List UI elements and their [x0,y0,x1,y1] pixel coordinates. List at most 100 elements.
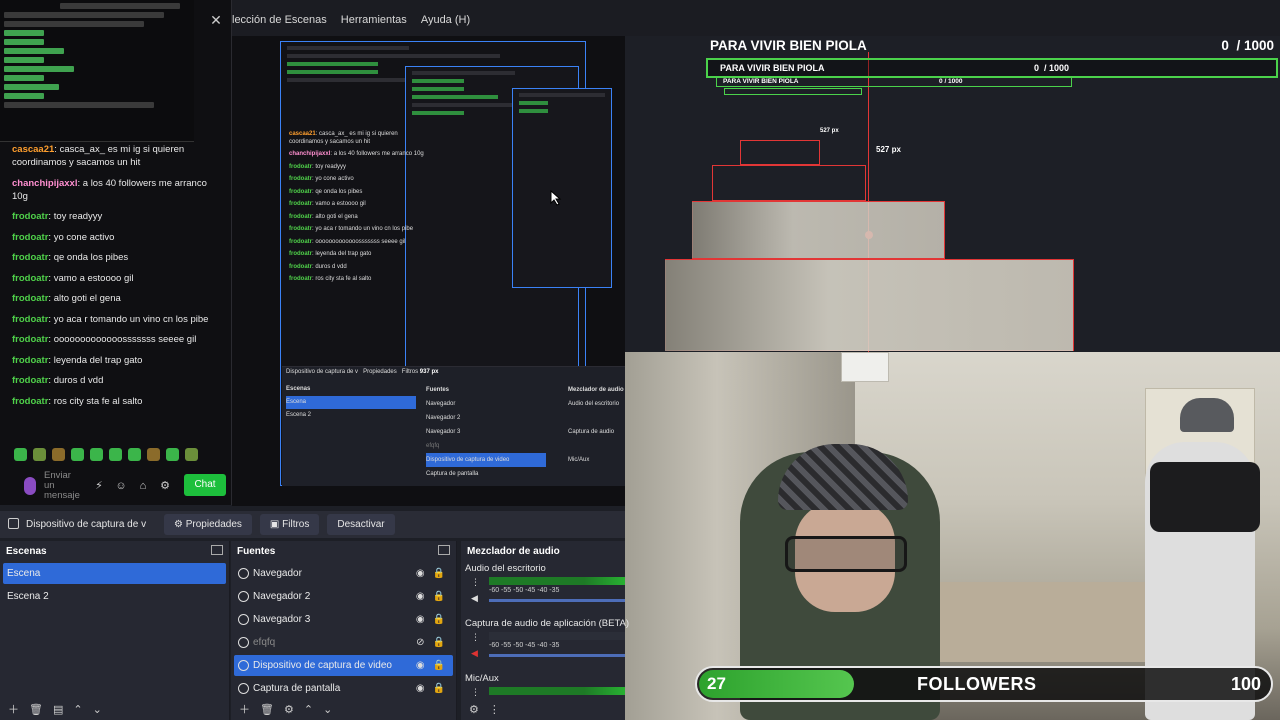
source-type-icon [238,659,249,671]
emote-icon[interactable] [128,448,141,461]
chat-username[interactable]: frodoatr [12,355,48,366]
emote-picker-icon[interactable]: ☺ [114,479,128,493]
eye-icon[interactable]: ◉ [416,609,425,630]
deactivate-button[interactable]: Desactivar [327,514,395,535]
emote-icon[interactable] [185,448,198,461]
emote-icon[interactable] [52,448,65,461]
lock-icon[interactable]: 🔒 [433,655,445,676]
store-icon[interactable]: ⌂ [136,479,150,493]
source-item[interactable]: Navegador 2 ◉ 🔒 [234,586,453,607]
trash-icon[interactable]: 🗑 [29,703,43,716]
chat-message: frodoatr: ros city sta fe al salto [12,395,143,407]
menu-help[interactable]: Ayuda (H) [421,14,470,34]
eye-icon[interactable]: ◉ [416,678,425,699]
volume-slider[interactable] [489,599,625,602]
nested-chat-username: frodoatr [289,238,312,245]
emote-icon[interactable] [33,448,46,461]
eye-icon[interactable]: ◉ [416,586,425,607]
volume-slider[interactable] [489,654,625,657]
chevron-down-icon[interactable]: ⌄ [323,703,332,716]
emote-icon[interactable] [14,448,27,461]
chat-send-button[interactable]: Chat [184,474,226,496]
volume-meter [489,632,625,640]
nested-chat-username: frodoatr [289,251,312,257]
chat-message: frodoatr: yo cone activo [12,231,115,243]
filters-button[interactable]: ▣ Filtros [259,514,320,535]
kebab-icon[interactable]: ⋮ [471,577,481,587]
emote-icon[interactable] [147,448,160,461]
nested-capture-frame-3 [512,88,612,288]
eye-off-icon[interactable]: ⊘ [416,632,424,653]
chat-input[interactable]: Enviar un mensaje [44,471,84,501]
nested-chat-username: frodoatr [289,276,312,282]
eye-icon[interactable]: ◉ [416,563,425,584]
source-item[interactable]: Captura de pantalla ◉ 🔒 [234,678,453,699]
muted-speaker-icon[interactable]: ◀ [471,648,481,658]
close-icon[interactable]: ✕ [208,12,224,28]
gear-icon[interactable]: ⚙ [284,703,294,716]
source-item[interactable]: Dispositivo de captura de video ◉ 🔒 [234,655,453,676]
nested-chat-message: frodoatr: yo cone activo [289,176,354,182]
eye-icon[interactable]: ◉ [416,655,425,676]
scene-item[interactable]: Escena [3,563,226,584]
chat-username[interactable]: frodoatr [12,396,48,407]
chevron-up-icon[interactable]: ⌃ [73,703,82,716]
followers-label: FOLLOWERS [917,674,1037,694]
trash-icon[interactable]: 🗑 [260,703,274,716]
gear-icon[interactable]: ⚙ [469,703,479,716]
chat-popout-thumbnail [0,0,194,142]
preview-canvas[interactable]: cascaa21: casca_ax_ es mi ig si quieren … [232,36,625,506]
chat-text: ros city sta fe al salto [53,395,143,407]
lock-icon[interactable]: 🔒 [433,586,445,607]
chat-username[interactable]: frodoatr [12,232,48,243]
mixer-toolbar: ⚙ ⋮ [461,698,625,720]
lock-icon[interactable]: 🔒 [433,678,445,699]
menu-scene-collection[interactable]: lección de Escenas [232,14,327,34]
kebab-icon[interactable]: ⋮ [489,703,500,716]
scene-item[interactable]: Escena 2 [3,586,226,607]
bits-icon[interactable]: ⚡ [92,479,106,493]
emote-icon[interactable] [71,448,84,461]
emote-icon[interactable] [90,448,103,461]
source-item[interactable]: efqfq ⊘ 🔒 [234,632,453,653]
source-item[interactable]: Navegador ◉ 🔒 [234,563,453,584]
add-icon[interactable]: ＋ [239,701,250,717]
microphone-icon[interactable] [24,477,36,495]
kebab-icon[interactable]: ⋮ [471,687,481,697]
menu-tools[interactable]: Herramientas [341,14,407,34]
emote-icon[interactable] [166,448,179,461]
chat-username[interactable]: chanchipijaxxl [12,178,77,189]
undock-icon[interactable] [438,545,450,555]
chat-username[interactable]: frodoatr [12,252,48,263]
speaker-icon[interactable]: ◀ [471,593,481,603]
lock-icon[interactable]: 🔒 [433,563,445,584]
chat-message: frodoatr: vamo a estoooo gil [12,272,134,284]
chevron-down-icon[interactable]: ⌄ [93,703,102,716]
nested-chat-messages: cascaa21: casca_ax_ es mi ig si quieren … [289,131,429,289]
goal-widget-echo: PARA VIVIR BIEN PIOLA 0 / 1000 [706,58,1278,78]
chat-username[interactable]: cascaa21 [12,144,54,155]
source-item[interactable]: Navegador 3 ◉ 🔒 [234,609,453,630]
lock-icon[interactable]: 🔒 [433,609,445,630]
emote-icon[interactable] [109,448,122,461]
chat-text: leyenda del trap gato [53,354,143,366]
properties-button[interactable]: ⚙ Propiedades [164,514,252,535]
nested-chat-message: chanchipijaxxl: a los 40 followers me ar… [289,151,424,157]
chat-username[interactable]: frodoatr [12,273,48,284]
kebab-icon[interactable]: ⋮ [471,632,481,642]
filter-icon[interactable]: ▤ [53,703,63,716]
chat-username[interactable]: frodoatr [12,314,48,325]
nested-chat-text: ooooooooooooosssssss seeee gil [315,238,406,245]
undock-icon[interactable] [211,545,223,555]
chevron-up-icon[interactable]: ⌃ [304,703,313,716]
source-type-icon [238,613,249,625]
channel-name: Mic/Aux [465,673,499,684]
chat-username[interactable]: frodoatr [12,375,48,386]
chat-username[interactable]: frodoatr [12,334,48,345]
source-type-icon [238,590,249,602]
chat-username[interactable]: frodoatr [12,211,48,222]
add-icon[interactable]: ＋ [8,701,19,717]
gear-icon[interactable]: ⚙ [158,479,172,493]
lock-icon[interactable]: 🔒 [433,632,445,653]
chat-username[interactable]: frodoatr [12,293,48,304]
